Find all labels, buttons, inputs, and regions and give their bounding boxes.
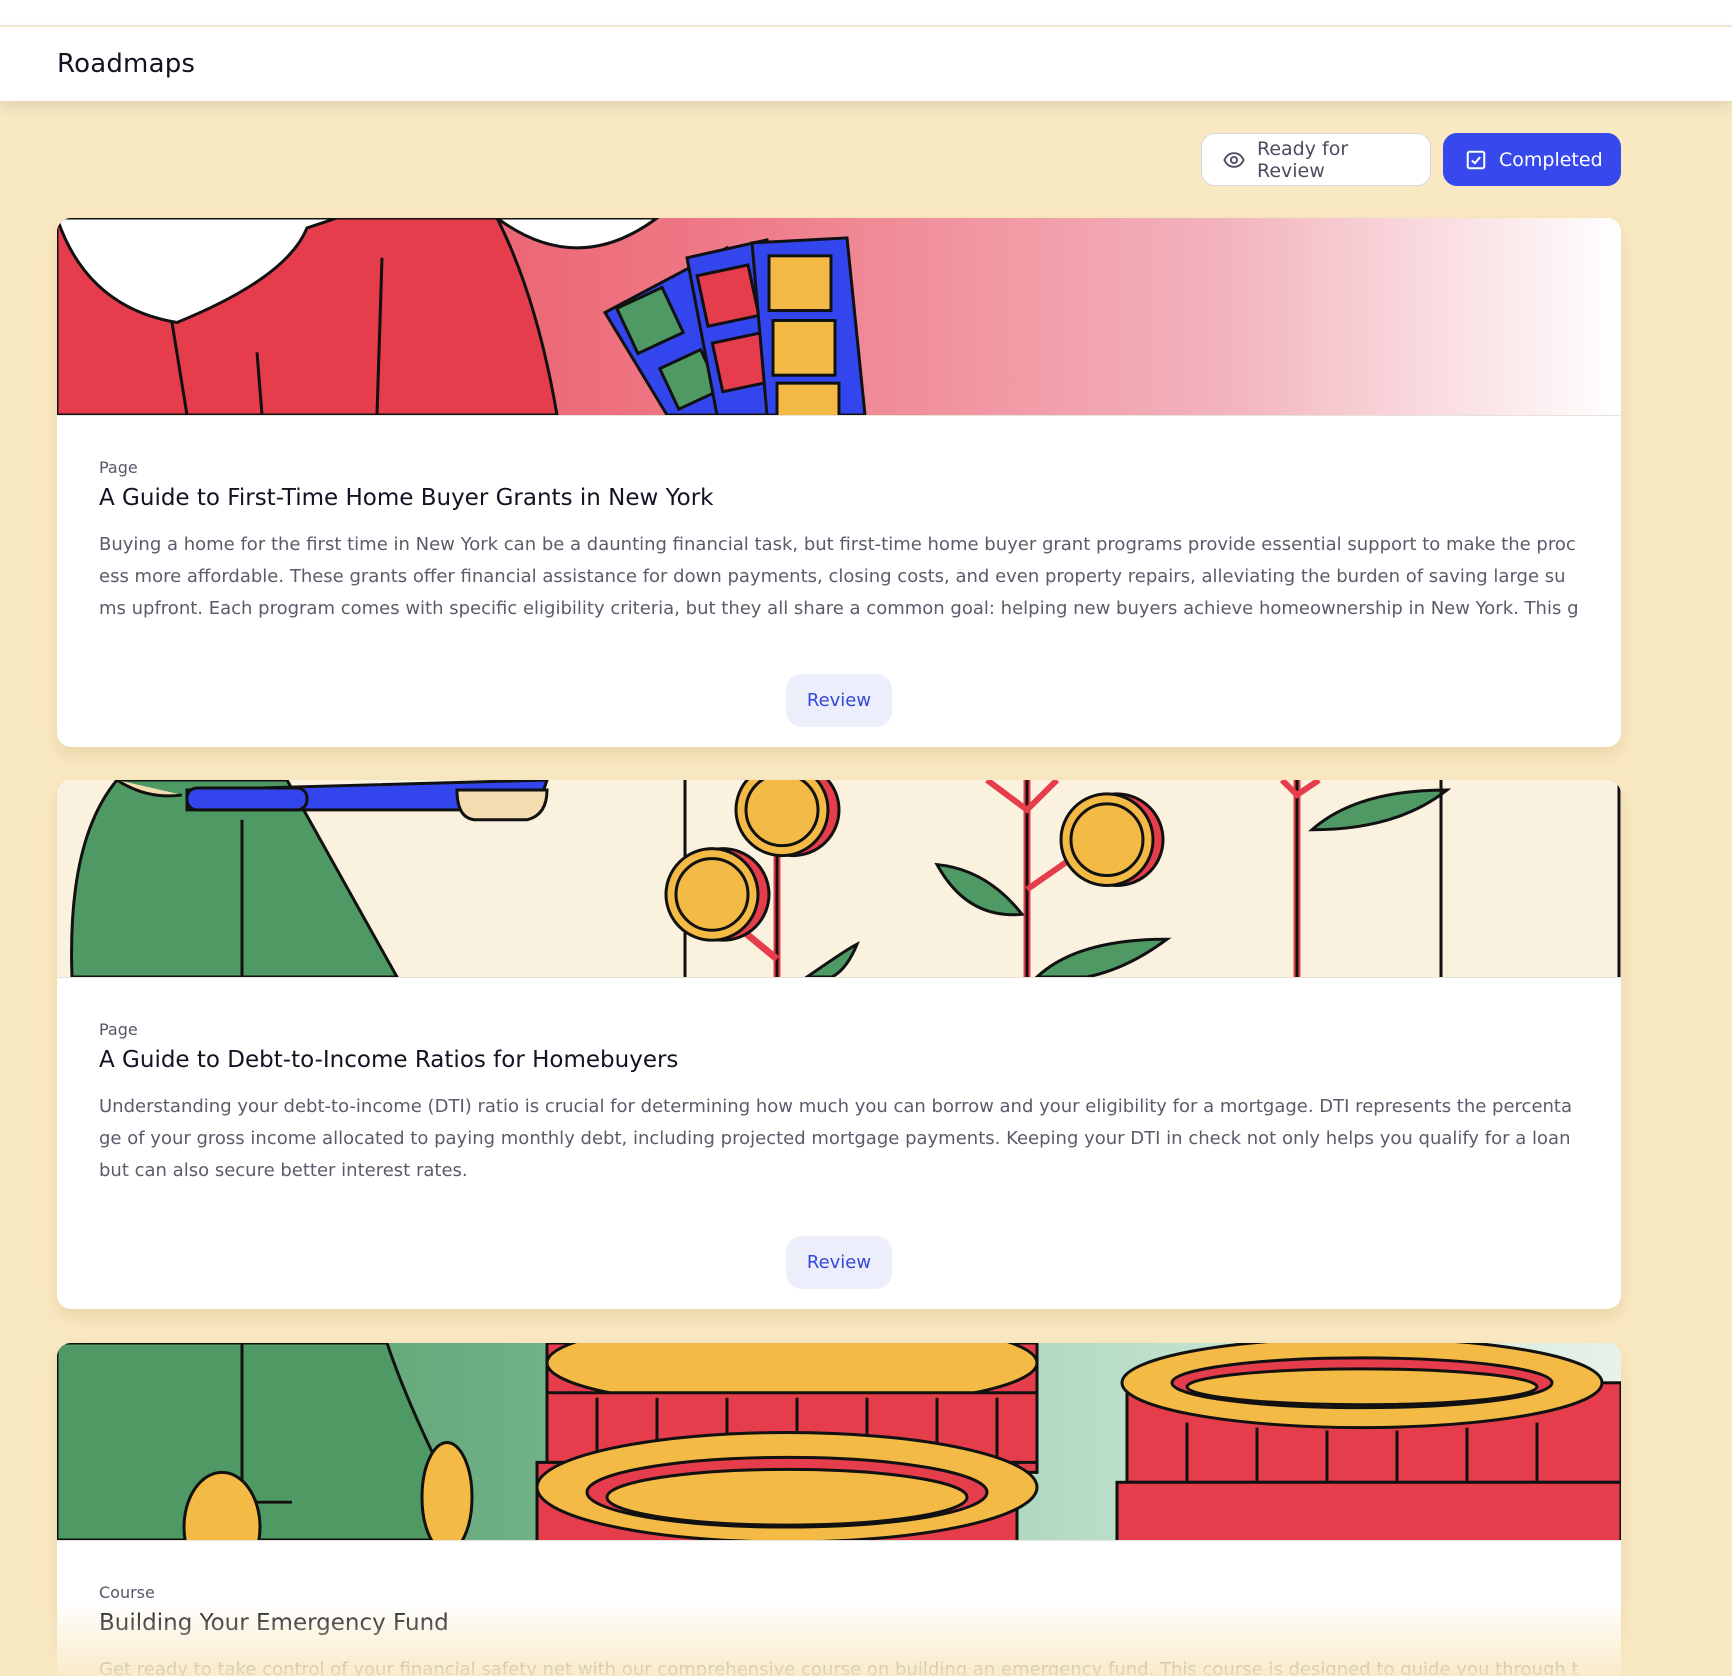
completed-button[interactable]: Completed: [1443, 133, 1621, 186]
card-title: A Guide to Debt-to-Income Ratios for Hom…: [99, 1047, 679, 1073]
roadmap-card: Page A Guide to First-Time Home Buyer Gr…: [57, 218, 1621, 747]
card-title: Building Your Emergency Fund: [99, 1610, 449, 1636]
card-banner-image: [57, 780, 1621, 978]
card-title: A Guide to First-Time Home Buyer Grants …: [99, 485, 714, 511]
card-body: Page A Guide to First-Time Home Buyer Gr…: [57, 458, 1621, 625]
filter-bar: Ready for Review Completed: [1201, 133, 1621, 186]
card-banner-image: [57, 1343, 1621, 1541]
roadmap-card: Page A Guide to Debt-to-Income Ratios fo…: [57, 780, 1621, 1309]
card-body: Course Building Your Emergency Fund Get …: [57, 1583, 1621, 1676]
card-description: Get ready to take control of your financ…: [99, 1659, 1579, 1676]
card-banner-image: [57, 218, 1621, 416]
card-type: Course: [99, 1583, 155, 1602]
page-header: Roadmaps: [0, 27, 1732, 101]
card-type: Page: [99, 1020, 138, 1039]
roadmap-card: Course Building Your Emergency Fund Get …: [57, 1343, 1621, 1676]
card-type: Page: [99, 458, 138, 477]
card-body: Page A Guide to Debt-to-Income Ratios fo…: [57, 1020, 1621, 1187]
completed-label: Completed: [1499, 148, 1603, 171]
checkbox-icon: [1465, 149, 1487, 171]
card-description: Buying a home for the first time in New …: [99, 534, 1579, 619]
ready-for-review-button[interactable]: Ready for Review: [1201, 133, 1431, 186]
review-button[interactable]: Review: [786, 674, 892, 727]
card-description: Understanding your debt-to-income (DTI) …: [99, 1096, 1573, 1181]
ready-for-review-label: Ready for Review: [1257, 137, 1349, 182]
eye-icon: [1223, 149, 1245, 171]
page-title: Roadmaps: [57, 49, 196, 79]
top-strip: [0, 0, 1732, 26]
review-button[interactable]: Review: [786, 1236, 892, 1289]
